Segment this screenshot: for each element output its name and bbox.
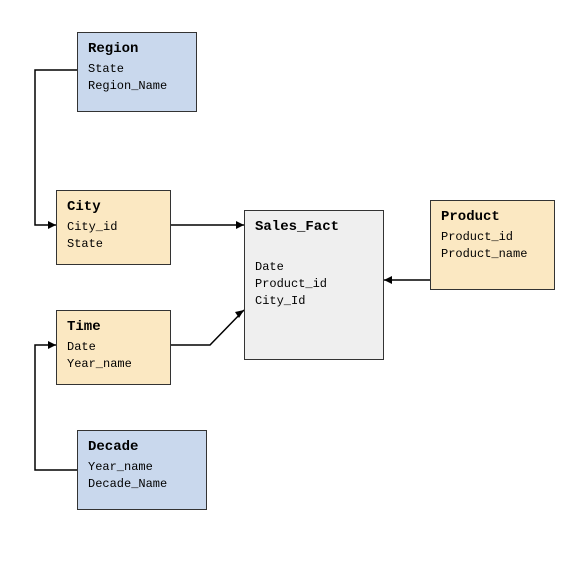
- node-region: Region State Region_Name: [77, 32, 197, 112]
- node-time-attr: Year_name: [67, 356, 160, 373]
- node-time-attr: Date: [67, 339, 160, 356]
- node-region-attr: Region_Name: [88, 78, 186, 95]
- node-city-title: City: [67, 199, 160, 215]
- arrowhead-product-to-salesfact: [384, 276, 392, 284]
- arrowhead-region-to-city: [48, 221, 56, 229]
- node-product-attr: Product_id: [441, 229, 544, 246]
- node-decade-attr: Decade_Name: [88, 476, 196, 493]
- node-salesfact-attr: Date: [255, 259, 373, 276]
- node-decade-title: Decade: [88, 439, 196, 455]
- arrowhead-decade-to-time: [48, 341, 56, 349]
- node-city-attr: State: [67, 236, 160, 253]
- node-decade-attr: Year_name: [88, 459, 196, 476]
- node-product-attr: Product_name: [441, 246, 544, 263]
- node-salesfact: Sales_Fact Date Product_id City_Id: [244, 210, 384, 360]
- arrowhead-time-to-salesfact: [235, 310, 244, 318]
- node-product: Product Product_id Product_name: [430, 200, 555, 290]
- node-time-title: Time: [67, 319, 160, 335]
- node-region-title: Region: [88, 41, 186, 57]
- node-time: Time Date Year_name: [56, 310, 171, 385]
- arrow-time-to-salesfact: [171, 310, 244, 345]
- arrowhead-city-to-salesfact: [236, 221, 244, 229]
- node-salesfact-title: Sales_Fact: [255, 219, 373, 235]
- node-region-attr: State: [88, 61, 186, 78]
- node-salesfact-attr: City_Id: [255, 293, 373, 310]
- node-city: City City_id State: [56, 190, 171, 265]
- node-product-title: Product: [441, 209, 544, 225]
- node-city-attr: City_id: [67, 219, 160, 236]
- node-decade: Decade Year_name Decade_Name: [77, 430, 207, 510]
- node-salesfact-attr: Product_id: [255, 276, 373, 293]
